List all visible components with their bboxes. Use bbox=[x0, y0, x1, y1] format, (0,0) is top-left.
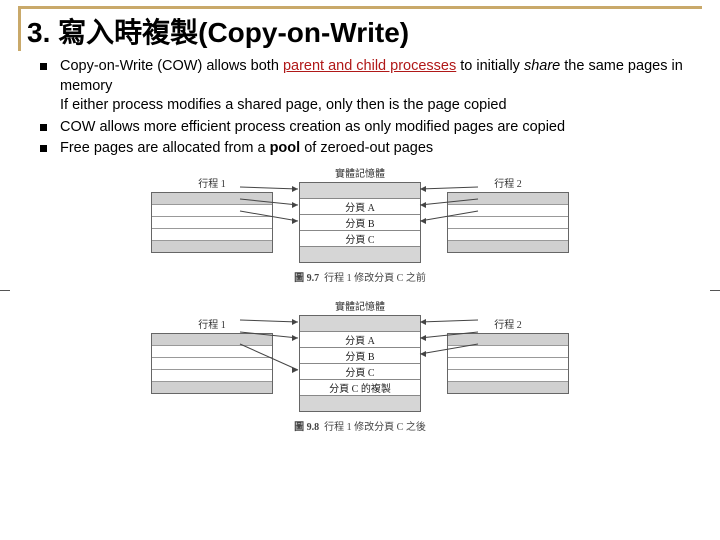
memory-box-1: 分頁 A 分頁 B 分頁 C bbox=[299, 182, 421, 263]
highlight-parent-child: parent and child processes bbox=[283, 58, 456, 74]
bullet-list: Copy-on-Write (COW) allows both parent a… bbox=[18, 57, 702, 159]
process-2-label: 行程 2 bbox=[494, 175, 522, 190]
page-a-2: 分頁 A bbox=[300, 332, 420, 348]
bullet-2: COW allows more efficient process creati… bbox=[38, 118, 694, 138]
process-1-label: 行程 1 bbox=[198, 175, 226, 190]
page-c-copy: 分頁 C 的複製 bbox=[300, 380, 420, 396]
right-tick-icon bbox=[710, 290, 720, 301]
page-c-1: 分頁 C bbox=[300, 231, 420, 247]
title-container: 3. 寫入時複製(Copy-on-Write) bbox=[18, 6, 702, 51]
process-1-col-2: 行程 1 bbox=[151, 316, 273, 394]
process-1-box bbox=[151, 192, 273, 253]
memory-col-2: 實體記憶體 分頁 A 分頁 B 分頁 C 分頁 C 的複製 bbox=[299, 298, 421, 412]
memory-label-1: 實體記憶體 bbox=[335, 165, 385, 180]
bullet-3: Free pages are allocated from a pool of … bbox=[38, 139, 694, 159]
process-2-box bbox=[447, 192, 569, 253]
memory-col-1: 實體記憶體 分頁 A 分頁 B 分頁 C bbox=[299, 165, 421, 263]
caption-2: 圖 9.8 行程 1 修改分頁 C 之後 bbox=[294, 418, 426, 433]
memory-box-2: 分頁 A 分頁 B 分頁 C 分頁 C 的複製 bbox=[299, 315, 421, 412]
process-2-col: 行程 2 bbox=[447, 175, 569, 253]
figure-area: 行程 1 實體記憶體 分頁 A 分頁 B 分頁 C 行程 2 bbox=[18, 165, 702, 433]
page-c-2: 分頁 C bbox=[300, 364, 420, 380]
diagram-before: 行程 1 實體記憶體 分頁 A 分頁 B 分頁 C 行程 2 bbox=[100, 165, 620, 263]
bullet-1: Copy-on-Write (COW) allows both parent a… bbox=[38, 57, 694, 116]
page-a-1: 分頁 A bbox=[300, 199, 420, 215]
diagram-after: 行程 1 實體記憶體 分頁 A 分頁 B 分頁 C 分頁 C 的複製 行程 2 bbox=[100, 298, 620, 412]
page-b-1: 分頁 B bbox=[300, 215, 420, 231]
page-b-2: 分頁 B bbox=[300, 348, 420, 364]
process-2-col-2: 行程 2 bbox=[447, 316, 569, 394]
left-tick-icon bbox=[0, 290, 10, 301]
slide-title: 3. 寫入時複製(Copy-on-Write) bbox=[27, 11, 702, 51]
process-1-col: 行程 1 bbox=[151, 175, 273, 253]
caption-1: 圖 9.7 行程 1 修改分頁 C 之前 bbox=[294, 269, 426, 284]
